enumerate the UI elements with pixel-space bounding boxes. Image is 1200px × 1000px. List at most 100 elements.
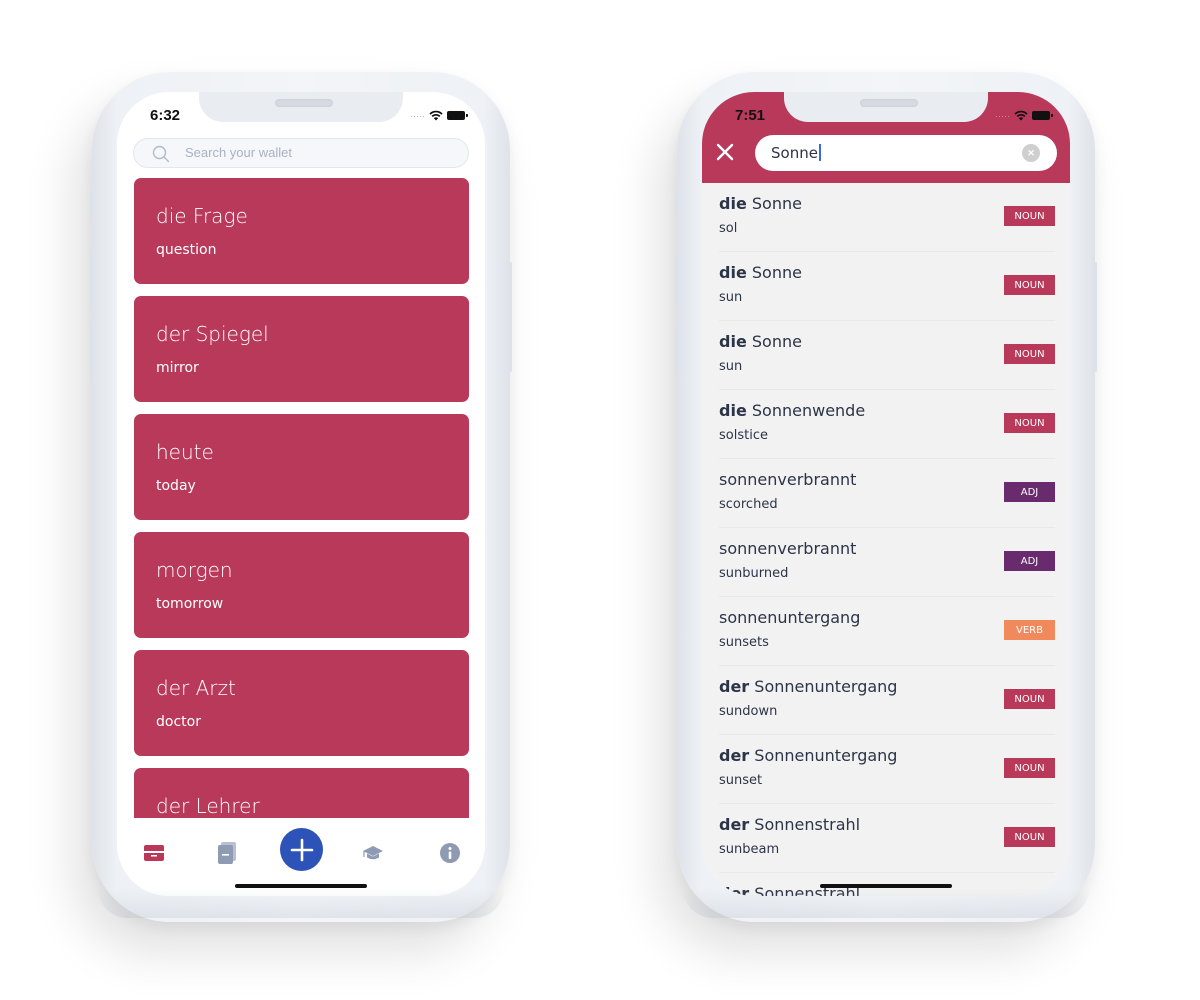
result-lemma: sonnenverbrannt	[719, 470, 857, 489]
result-word: die Sonnenwende	[719, 401, 865, 420]
result-word: die Sonne	[719, 332, 802, 351]
power-button	[1094, 262, 1097, 372]
tab-bar	[117, 818, 485, 896]
notch	[199, 92, 403, 122]
result-lemma: sonnenuntergang	[719, 608, 861, 627]
result-translation: sol	[719, 221, 738, 236]
clear-search-button[interactable]: ✕	[1022, 144, 1040, 162]
volume-up-button	[675, 252, 678, 308]
power-button	[509, 262, 512, 372]
search-screen: 7:51 ····· Sonne ✕ die Sonne sol NOUN die S…	[702, 92, 1070, 896]
card-translation: tomorrow	[156, 596, 224, 612]
result-article: der	[719, 815, 750, 834]
signal-icon: ·····	[410, 110, 425, 121]
result-row[interactable]: die Sonne sol NOUN	[719, 183, 1055, 252]
pos-badge: NOUN	[1004, 275, 1055, 295]
result-word: sonnenuntergang	[719, 608, 860, 627]
result-row[interactable]: die Sonnenwende solstice NOUN	[719, 390, 1055, 459]
result-translation: sundown	[719, 704, 778, 719]
word-card-list: die Frage question der Spiegel mirror heut…	[134, 178, 469, 886]
phone-wallet: 6:32 ····· Search your wallet die Frage q…	[90, 72, 512, 922]
word-card[interactable]: heute today	[134, 414, 469, 520]
result-lemma: Sonne	[751, 332, 802, 351]
graduation-cap-icon	[363, 846, 383, 860]
mute-switch	[90, 192, 93, 220]
close-search-button[interactable]	[715, 142, 735, 162]
tab-wallet[interactable]	[139, 838, 169, 868]
result-article: der	[719, 746, 750, 765]
card-translation: mirror	[156, 360, 199, 376]
search-value: Sonne	[771, 144, 818, 162]
tab-learn[interactable]	[358, 838, 388, 868]
result-translation: sunbeam	[719, 842, 780, 857]
plus-icon	[290, 838, 313, 861]
result-lemma: Sonnenstrahl	[754, 815, 861, 834]
result-lemma: Sonnenwende	[751, 401, 866, 420]
card-word: heute	[156, 440, 214, 464]
result-row[interactable]: die Sonne sun NOUN	[719, 321, 1055, 390]
search-results-list: die Sonne sol NOUN die Sonne sun NOUN die Sonn…	[702, 183, 1070, 896]
volume-down-button	[675, 322, 678, 378]
signal-icon: ·····	[995, 110, 1010, 121]
result-row[interactable]: der Sonnenuntergang sundown NOUN	[719, 666, 1055, 735]
result-lemma: Sonne	[751, 194, 802, 213]
result-translation: sun	[719, 290, 743, 305]
wifi-icon	[1014, 110, 1028, 121]
result-row[interactable]: der Sonnenstrahl sunbeam NOUN	[719, 804, 1055, 873]
result-translation: scorched	[719, 497, 778, 512]
result-word: der Sonnenuntergang	[719, 677, 897, 696]
status-time: 7:51	[735, 107, 766, 124]
info-icon	[440, 843, 460, 863]
home-indicator[interactable]	[820, 884, 952, 888]
card-word: der Arzt	[156, 676, 236, 700]
pos-badge: NOUN	[1004, 413, 1055, 433]
result-article: der	[719, 884, 750, 896]
result-row[interactable]: sonnenverbrannt scorched ADJ	[719, 459, 1055, 528]
pos-badge: NOUN	[1004, 758, 1055, 778]
word-card[interactable]: der Arzt doctor	[134, 650, 469, 756]
result-word: die Sonne	[719, 263, 802, 282]
result-lemma: Sonnenuntergang	[754, 677, 898, 696]
volume-up-button	[90, 252, 93, 308]
result-row[interactable]: sonnenuntergang sunsets VERB	[719, 597, 1055, 666]
result-article: die	[719, 263, 747, 282]
search-placeholder: Search your wallet	[185, 145, 292, 160]
word-card[interactable]: morgen tomorrow	[134, 532, 469, 638]
speaker	[275, 99, 333, 107]
pos-badge: NOUN	[1004, 827, 1055, 847]
cards-icon	[218, 842, 236, 864]
phone-search: 7:51 ····· Sonne ✕ die Sonne sol NOUN die S…	[675, 72, 1097, 922]
result-article: der	[719, 677, 750, 696]
wallet-search-input[interactable]: Search your wallet	[133, 138, 469, 168]
word-card[interactable]: die Frage question	[134, 178, 469, 284]
pos-badge: NOUN	[1004, 689, 1055, 709]
battery-icon	[1032, 111, 1053, 120]
dictionary-search-input[interactable]: Sonne ✕	[755, 135, 1057, 171]
result-article: die	[719, 332, 747, 351]
word-card[interactable]: der Spiegel mirror	[134, 296, 469, 402]
result-row[interactable]: der Sonnenuntergang sunset NOUN	[719, 735, 1055, 804]
result-translation: sunset	[719, 773, 763, 788]
result-word: sonnenverbrannt	[719, 470, 856, 489]
pos-badge: NOUN	[1004, 344, 1055, 364]
tab-info[interactable]	[435, 838, 465, 868]
result-lemma: sonnenverbrannt	[719, 539, 857, 558]
mute-switch	[675, 192, 678, 220]
card-translation: question	[156, 242, 217, 258]
wallet-screen: 6:32 ····· Search your wallet die Frage q…	[117, 92, 485, 896]
card-translation: doctor	[156, 714, 201, 730]
home-indicator[interactable]	[235, 884, 367, 888]
tab-cards[interactable]	[212, 838, 242, 868]
result-word: die Sonne	[719, 194, 802, 213]
wifi-icon	[429, 110, 443, 121]
clear-icon: ✕	[1027, 147, 1035, 158]
card-word: die Frage	[156, 204, 248, 228]
result-translation: sunsets	[719, 635, 769, 650]
result-row[interactable]: die Sonne sun NOUN	[719, 252, 1055, 321]
pos-badge: NOUN	[1004, 206, 1055, 226]
result-row[interactable]: sonnenverbrannt sunburned ADJ	[719, 528, 1055, 597]
notch	[784, 92, 988, 122]
result-translation: sun	[719, 359, 743, 374]
add-word-button[interactable]	[280, 828, 323, 871]
text-caret	[818, 144, 821, 161]
